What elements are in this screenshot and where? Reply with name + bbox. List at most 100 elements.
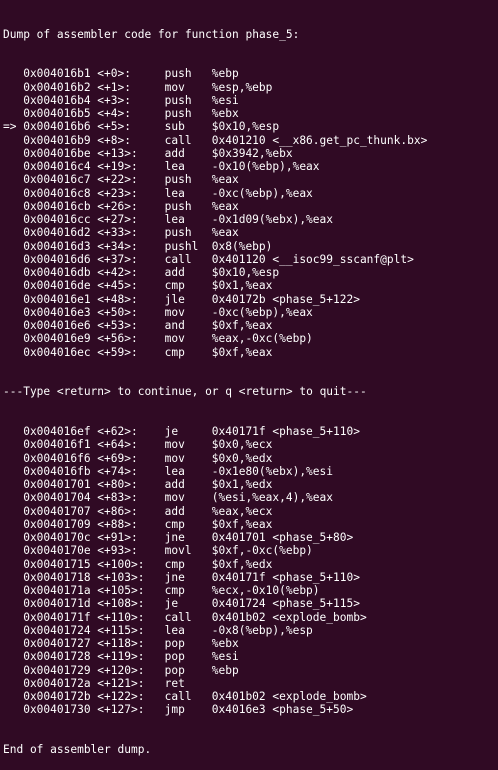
instruction-offset: <+127>: [97,703,145,717]
assembly-line: 0x00401718 <+103>: jne 0x40171f <phase_5+11… [3,571,498,584]
assembly-line: 0x00401707 <+86>: add %eax,%ecx [3,505,498,518]
instruction-operands: %ebp [211,67,239,81]
instruction-offset: <+74>: [97,464,138,478]
instruction-offset: <+64>: [97,438,138,452]
instruction-address: 0x004016cb [23,199,91,213]
instruction-mnemonic: call [164,690,192,703]
instruction-operands: %esp,%ebp [211,80,273,94]
instruction-mnemonic: cmp [164,584,185,597]
assembly-line: 0x0040171a <+105>: cmp %ecx,-0x10(%ebp) [3,584,498,597]
instruction-mnemonic: push [164,199,192,213]
instruction-address: 0x004016d2 [23,226,91,240]
instruction-address: 0x0040171f [23,610,91,624]
instruction-operands: $0x0,%ecx [211,438,273,452]
assembly-line: 0x004016fb <+74>: lea -0x1e80(%ebx),%esi [3,465,498,478]
instruction-address: 0x00401707 [23,504,91,518]
instruction-offset: <+93>: [97,544,138,558]
instruction-operands: $0x1,%edx [211,478,273,491]
assembly-line: 0x004016b2 <+1>: mov %esp,%ebp [3,81,498,94]
instruction-mnemonic: add [164,266,185,279]
instruction-operands: %esi [211,93,239,107]
assembly-line: 0x004016e9 <+56>: mov %eax,-0xc(%ebp) [3,332,498,345]
instruction-address: 0x004016b6 [23,120,91,134]
terminal-window[interactable]: Dump of assembler code for function phas… [0,0,498,756]
instruction-address: 0x004016cc [23,213,91,226]
instruction-offset: <+22>: [97,173,138,187]
assembly-block-1: 0x004016b1 <+0>: push %ebp 0x004016b2 <+1>: mo… [3,67,498,359]
instruction-operands: $0x1,%eax [211,279,273,293]
instruction-operands: $0xf,%eax [211,517,273,531]
assembly-line: 0x0040170e <+93>: movl $0xf,-0xc(%ebp) [3,544,498,557]
instruction-address: 0x0040170c [23,531,91,544]
assembly-line: 0x00401729 <+120>: pop %ebp [3,664,498,677]
pager-prompt: ---Type <return> to continue, or q <retu… [3,385,367,399]
instruction-offset: <+48>: [97,292,138,306]
assembly-line: 0x0040170c <+91>: jne 0x401701 <phase_5+80> [3,531,498,544]
instruction-address: 0x00401718 [23,570,91,584]
instruction-mnemonic: push [164,107,192,120]
instruction-address: 0x00401727 [23,637,91,650]
instruction-address: 0x004016ec [23,345,91,359]
assembly-line: 0x004016e1 <+48>: jle 0x40172b <phase_5+122… [3,293,498,306]
instruction-operands: 0x40172b <phase_5+122> [211,292,360,306]
instruction-mnemonic: jmp [164,703,185,717]
instruction-mnemonic: jne [164,531,185,544]
instruction-offset: <+8>: [97,133,131,147]
instruction-address: 0x004016e9 [23,332,91,346]
assembly-line: 0x004016d3 <+34>: pushl 0x8(%ebp) [3,240,498,253]
assembly-block-2: 0x004016ef <+62>: je 0x40171f <phase_5+110>… [3,425,498,717]
instruction-operands: $0xf,%edx [211,557,273,571]
instruction-mnemonic: push [164,93,192,107]
assembly-line: 0x004016b5 <+4>: push %ebx [3,107,498,120]
instruction-operands: %esi [211,650,239,664]
instruction-offset: <+115>: [97,623,145,637]
instruction-mnemonic: call [164,610,192,624]
instruction-operands: (%esi,%eax,4),%eax [211,491,334,505]
instruction-address: 0x0040171d [23,597,91,611]
instruction-operands: 0x401b02 <explode_bomb> [211,690,367,703]
instruction-operands: 0x40171f <phase_5+110> [211,570,360,584]
instruction-offset: <+45>: [97,279,138,293]
instruction-mnemonic: movl [164,544,192,558]
instruction-mnemonic: je [164,425,179,438]
instruction-operands: %eax,%ecx [211,504,273,518]
dump-header: Dump of assembler code for function phas… [3,27,300,41]
instruction-mnemonic: pushl [164,239,199,253]
instruction-mnemonic: ret [164,676,185,690]
instruction-offset: <+4>: [97,107,131,120]
instruction-mnemonic: push [164,226,192,240]
instruction-address: 0x0040170e [23,544,91,558]
assembly-line: 0x00401724 <+115>: lea -0x8(%ebp),%esp [3,624,498,637]
instruction-mnemonic: mov [164,305,185,319]
instruction-operands: $0xf,-0xc(%ebp) [211,544,313,558]
assembly-line: 0x00401730 <+127>: jmp 0x4016e3 <phase_5+50… [3,703,498,716]
instruction-offset: <+120>: [97,663,145,677]
instruction-offset: <+122>: [97,690,145,703]
instruction-mnemonic: jne [164,570,185,584]
instruction-mnemonic: add [164,146,185,160]
instruction-mnemonic: call [164,133,192,147]
instruction-operands: 0x401701 <phase_5+80> [211,531,354,544]
assembly-line: 0x00401709 <+88>: cmp $0xf,%eax [3,518,498,531]
instruction-operands: %ebx [211,637,239,650]
instruction-operands: -0xc(%ebp),%eax [211,305,313,319]
instruction-address: 0x004016f6 [23,451,91,465]
instruction-offset: <+119>: [97,650,145,664]
instruction-operands: $0x0,%edx [211,451,273,465]
instruction-address: 0x00401701 [23,478,91,491]
instruction-address: 0x00401709 [23,517,91,531]
instruction-address: 0x004016b4 [23,93,91,107]
instruction-address: 0x004016b1 [23,67,91,81]
instruction-operands: %ebx [211,107,239,120]
assembly-line: 0x004016b1 <+0>: push %ebp [3,67,498,80]
instruction-mnemonic: mov [164,491,185,505]
instruction-address: 0x004016e3 [23,305,91,319]
instruction-address: 0x004016c7 [23,173,91,187]
instruction-offset: <+100>: [97,557,145,571]
instruction-offset: <+121>: [97,676,145,690]
assembly-line: 0x00401728 <+119>: pop %esi [3,650,498,663]
instruction-mnemonic: push [164,173,192,187]
instruction-operands: 0x40171f <phase_5+110> [211,425,360,438]
instruction-operands: $0x10,%esp [211,266,280,279]
instruction-operands: 0x4016e3 <phase_5+50> [211,703,354,717]
